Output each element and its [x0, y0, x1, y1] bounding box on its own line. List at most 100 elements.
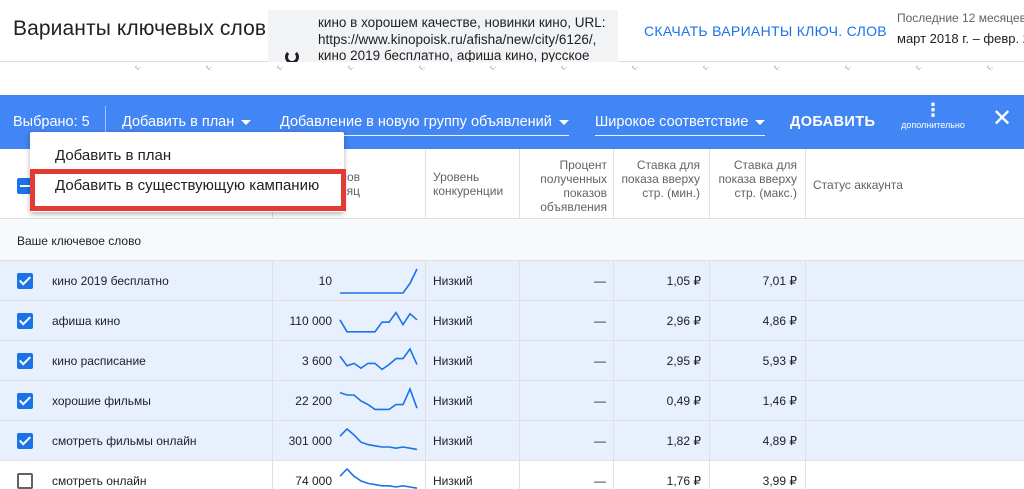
table-row[interactable]: кино 2019 бесплатно 10 Низкий — 1,05 ₽ 7,01 ₽	[0, 261, 1024, 301]
column-divider	[425, 301, 426, 341]
table-row[interactable]: кино расписание 3 600 Низкий — 2,95 ₽ 5,93 ₽	[0, 341, 1024, 381]
column-divider	[805, 421, 806, 461]
competition-cell: Низкий	[433, 434, 473, 448]
column-divider	[519, 381, 520, 421]
download-keywords-link[interactable]: СКАЧАТЬ ВАРИАНТЫ КЛЮЧ. СЛОВ	[644, 23, 887, 39]
column-divider	[272, 301, 273, 341]
selected-count: Выбрано: 5	[13, 114, 90, 130]
searches-cell: 110 000	[289, 314, 333, 328]
axis-tick-label: г.	[202, 62, 214, 72]
column-divider	[272, 261, 273, 301]
column-divider	[425, 381, 426, 421]
searches-cell: 74 000	[295, 474, 332, 488]
table-row[interactable]: смотреть онлайн 74 000 Низкий — 1,76 ₽ 3,99 ₽	[0, 461, 1024, 489]
column-divider	[805, 261, 806, 301]
close-icon[interactable]: ✕	[992, 107, 1012, 131]
competition-cell: Низкий	[433, 394, 473, 408]
add-to-plan-label: Добавить в план	[122, 114, 235, 130]
axis-tick-label: г.	[841, 62, 853, 72]
axis-tick-label: г.	[557, 62, 569, 72]
menu-item-add-to-plan[interactable]: Добавить в план	[55, 147, 171, 164]
row-checkbox[interactable]	[17, 433, 33, 449]
bid-high-cell: 3,99 ₽	[762, 474, 797, 488]
more-vert-icon: ⋮	[924, 100, 942, 120]
more-options-label: дополнительно	[901, 120, 965, 130]
period-selector[interactable]: март 2018 г. – февр. 2	[897, 31, 1024, 46]
column-divider	[519, 461, 520, 489]
add-to-plan-dropdown[interactable]: Добавить в план	[122, 114, 252, 130]
more-options-button[interactable]: ⋮ дополнительно	[897, 100, 969, 130]
bid-high-cell: 7,01 ₽	[762, 274, 797, 288]
impression-share-cell: —	[594, 474, 606, 488]
add-button[interactable]: ДОБАВИТЬ	[790, 114, 875, 130]
bid-high-cell: 4,89 ₽	[762, 434, 797, 448]
axis-tick-label: г.	[273, 62, 285, 72]
searches-cell: 22 200	[295, 394, 332, 408]
sparkline-series	[339, 311, 418, 333]
column-divider	[272, 461, 273, 489]
group-label: Ваше ключевое слово	[17, 234, 142, 248]
match-type-dropdown[interactable]: Широкое соответствие	[595, 114, 766, 136]
column-divider	[519, 149, 520, 219]
searches-cell: 10	[318, 274, 332, 288]
col-impression-share[interactable]: Процент полученных показов объявления	[525, 149, 607, 219]
column-divider	[709, 261, 710, 301]
keyword-cell: хорошие фильмы	[52, 394, 151, 408]
sparkline-series	[339, 427, 418, 451]
impression-share-cell: —	[594, 314, 606, 328]
sparkline-series	[339, 386, 418, 411]
column-divider	[425, 149, 426, 219]
highlight-frame	[30, 169, 346, 211]
bid-low-cell: 2,95 ₽	[666, 354, 701, 368]
column-divider	[805, 341, 806, 381]
searches-cell: 3 600	[301, 354, 332, 368]
row-checkbox[interactable]	[17, 393, 33, 409]
search-trend-sparkline	[339, 386, 418, 411]
column-divider	[805, 461, 806, 489]
row-checkbox[interactable]	[17, 473, 33, 489]
keyword-query-input[interactable]: кино в хорошем качестве, новинки кино, U…	[268, 10, 618, 62]
keyword-cell: кино расписание	[52, 354, 146, 368]
col-bid-high[interactable]: Ставка для показа вверху стр. (макс.)	[715, 149, 797, 219]
chevron-down-icon	[241, 119, 252, 125]
page-title: Варианты ключевых слов	[13, 17, 267, 40]
keyword-cell: кино 2019 бесплатно	[52, 274, 169, 288]
axis-tick-label: г.	[770, 62, 782, 72]
bid-low-cell: 2,96 ₽	[666, 314, 701, 328]
ad-group-label: Добавление в новую группу объявлений	[280, 114, 552, 130]
table-row[interactable]: афиша кино 110 000 Низкий — 2,96 ₽ 4,86 ₽	[0, 301, 1024, 341]
col-bid-low[interactable]: Ставка для показа вверху стр. (мин.)	[620, 149, 700, 219]
competition-cell: Низкий	[433, 354, 473, 368]
bid-high-cell: 5,93 ₽	[762, 354, 797, 368]
search-icon	[285, 50, 299, 62]
axis-tick-label: г.	[486, 62, 498, 72]
competition-cell: Низкий	[433, 314, 473, 328]
row-checkbox[interactable]	[17, 313, 33, 329]
bid-high-cell: 4,86 ₽	[762, 314, 797, 328]
column-divider	[613, 461, 614, 489]
column-divider	[425, 341, 426, 381]
column-divider	[613, 261, 614, 301]
search-trend-sparkline	[339, 347, 418, 371]
table-row[interactable]: смотреть фильмы онлайн 301 000 Низкий — 1,82…	[0, 421, 1024, 461]
keyword-cell: смотреть онлайн	[52, 474, 147, 488]
search-trend-sparkline	[340, 268, 418, 294]
sparkline-series	[339, 467, 418, 489]
row-checkbox[interactable]	[17, 273, 33, 289]
keyword-cell: афиша кино	[52, 314, 121, 328]
sparkline-series	[340, 268, 418, 294]
bid-low-cell: 1,05 ₽	[666, 274, 701, 288]
column-divider	[425, 461, 426, 489]
column-divider	[613, 341, 614, 381]
row-checkbox[interactable]	[17, 353, 33, 369]
competition-cell: Низкий	[433, 474, 473, 488]
column-divider	[272, 381, 273, 421]
column-divider	[613, 149, 614, 219]
sparkline-series	[339, 347, 418, 371]
axis-tick-label: г.	[415, 62, 427, 72]
chevron-down-icon	[755, 119, 766, 125]
keyword-cell: смотреть фильмы онлайн	[52, 434, 197, 448]
column-divider	[709, 149, 710, 219]
table-row[interactable]: хорошие фильмы 22 200 Низкий — 0,49 ₽ 1,46 ₽	[0, 381, 1024, 421]
column-divider	[272, 421, 273, 461]
